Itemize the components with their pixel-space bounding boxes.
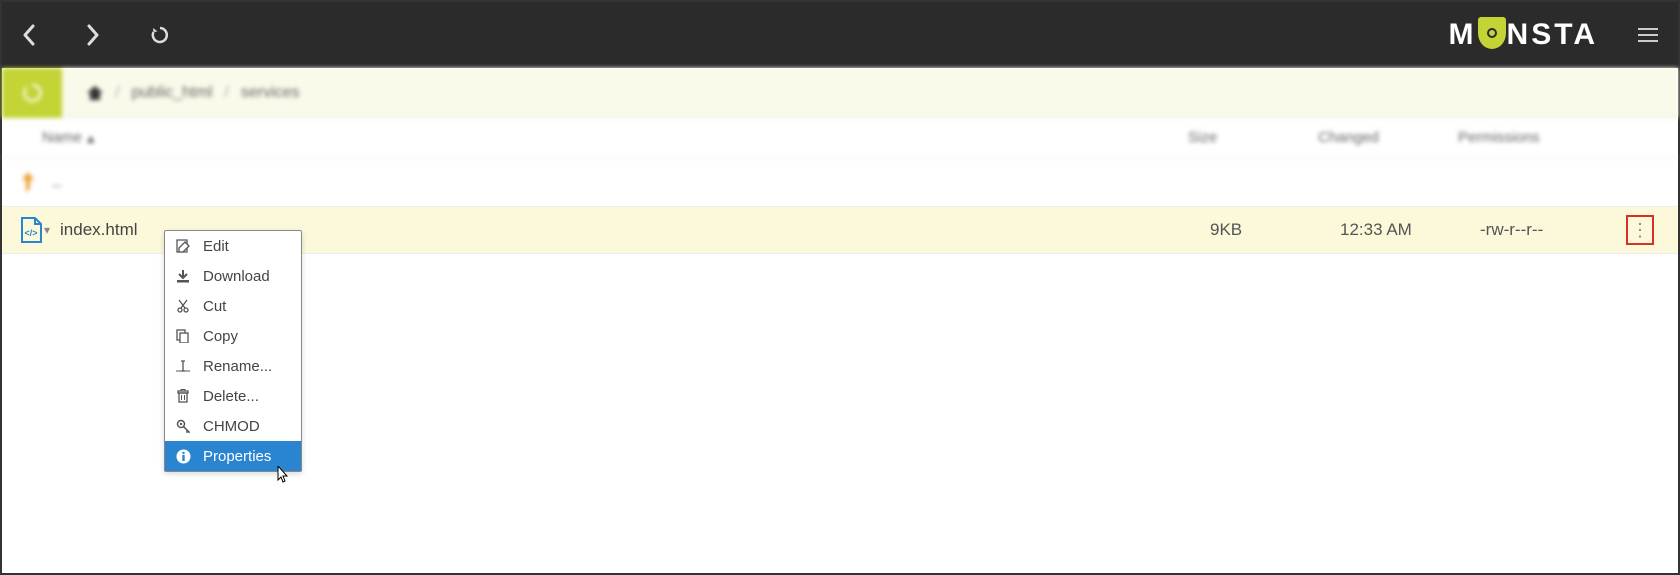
breadcrumb-sep: /: [224, 84, 228, 102]
menu-properties-label: Properties: [203, 448, 271, 465]
back-icon[interactable]: [22, 24, 36, 46]
col-header-size[interactable]: Size: [1188, 129, 1318, 146]
menu-delete[interactable]: Delete...: [165, 381, 301, 411]
home-icon[interactable]: [87, 86, 103, 100]
sort-asc-icon: ▴: [87, 129, 95, 147]
col-header-changed[interactable]: Changed: [1318, 129, 1458, 146]
logo-suffix: NSTA: [1507, 18, 1598, 52]
history-button[interactable]: [2, 68, 62, 118]
kebab-icon: ⋮: [1631, 221, 1649, 239]
col-header-permissions[interactable]: Permissions: [1458, 129, 1598, 146]
menu-chmod[interactable]: CHMOD: [165, 411, 301, 441]
cut-icon: [175, 299, 191, 313]
logo-shield-icon: [1478, 17, 1506, 49]
menu-download-label: Download: [203, 268, 270, 285]
logo-prefix: M: [1449, 18, 1477, 52]
file-changed: 12:33 AM: [1340, 220, 1480, 240]
top-toolbar: M NSTA: [2, 2, 1678, 68]
menu-edit-label: Edit: [203, 238, 229, 255]
breadcrumb-seg[interactable]: services: [241, 84, 300, 102]
parent-label: ..: [52, 172, 1210, 192]
up-folder-icon: [20, 172, 38, 192]
menu-rename-label: Rename...: [203, 358, 272, 375]
breadcrumb: / public_html / services: [62, 84, 300, 102]
copy-icon: [175, 329, 191, 343]
file-icon-group: </> ▾: [20, 217, 50, 243]
code-file-icon: </>: [20, 217, 42, 243]
breadcrumb-seg[interactable]: public_html: [131, 84, 212, 102]
toolbar-nav-group: [22, 24, 170, 46]
svg-text:</>: </>: [24, 228, 37, 238]
file-permissions: -rw-r--r--: [1480, 220, 1620, 240]
file-size: 9KB: [1210, 220, 1340, 240]
file-actions: ⋮: [1620, 215, 1660, 245]
context-menu: Edit Download Cut Copy Rename... Delete.…: [164, 230, 302, 472]
menu-cut-label: Cut: [203, 298, 226, 315]
menu-copy-label: Copy: [203, 328, 238, 345]
menu-delete-label: Delete...: [203, 388, 259, 405]
info-icon: [175, 449, 191, 464]
menu-icon[interactable]: [1638, 27, 1658, 43]
row-menu-button[interactable]: ⋮: [1626, 215, 1654, 245]
menu-copy[interactable]: Copy: [165, 321, 301, 351]
menu-chmod-label: CHMOD: [203, 418, 260, 435]
toolbar-right-group: M NSTA: [1449, 18, 1658, 52]
col-header-name[interactable]: Name ▴: [42, 129, 1188, 147]
refresh-icon[interactable]: [150, 25, 170, 45]
menu-rename[interactable]: Rename...: [165, 351, 301, 381]
caret-down-icon[interactable]: ▾: [44, 223, 50, 237]
chmod-icon: [175, 419, 191, 433]
breadcrumb-bar: / public_html / services: [2, 68, 1678, 118]
col-header-name-label: Name: [42, 129, 82, 146]
parent-dir-row[interactable]: ..: [2, 158, 1678, 206]
breadcrumb-sep: /: [115, 84, 119, 102]
forward-icon[interactable]: [86, 24, 100, 46]
menu-download[interactable]: Download: [165, 261, 301, 291]
delete-icon: [175, 389, 191, 403]
menu-properties[interactable]: Properties: [165, 441, 301, 471]
download-icon: [175, 269, 191, 283]
menu-edit[interactable]: Edit: [165, 231, 301, 261]
brand-logo: M NSTA: [1449, 18, 1598, 52]
table-header: Name ▴ Size Changed Permissions: [2, 118, 1678, 158]
edit-icon: [175, 239, 191, 253]
menu-cut[interactable]: Cut: [165, 291, 301, 321]
file-name: index.html: [60, 220, 137, 240]
rename-icon: [175, 359, 191, 373]
